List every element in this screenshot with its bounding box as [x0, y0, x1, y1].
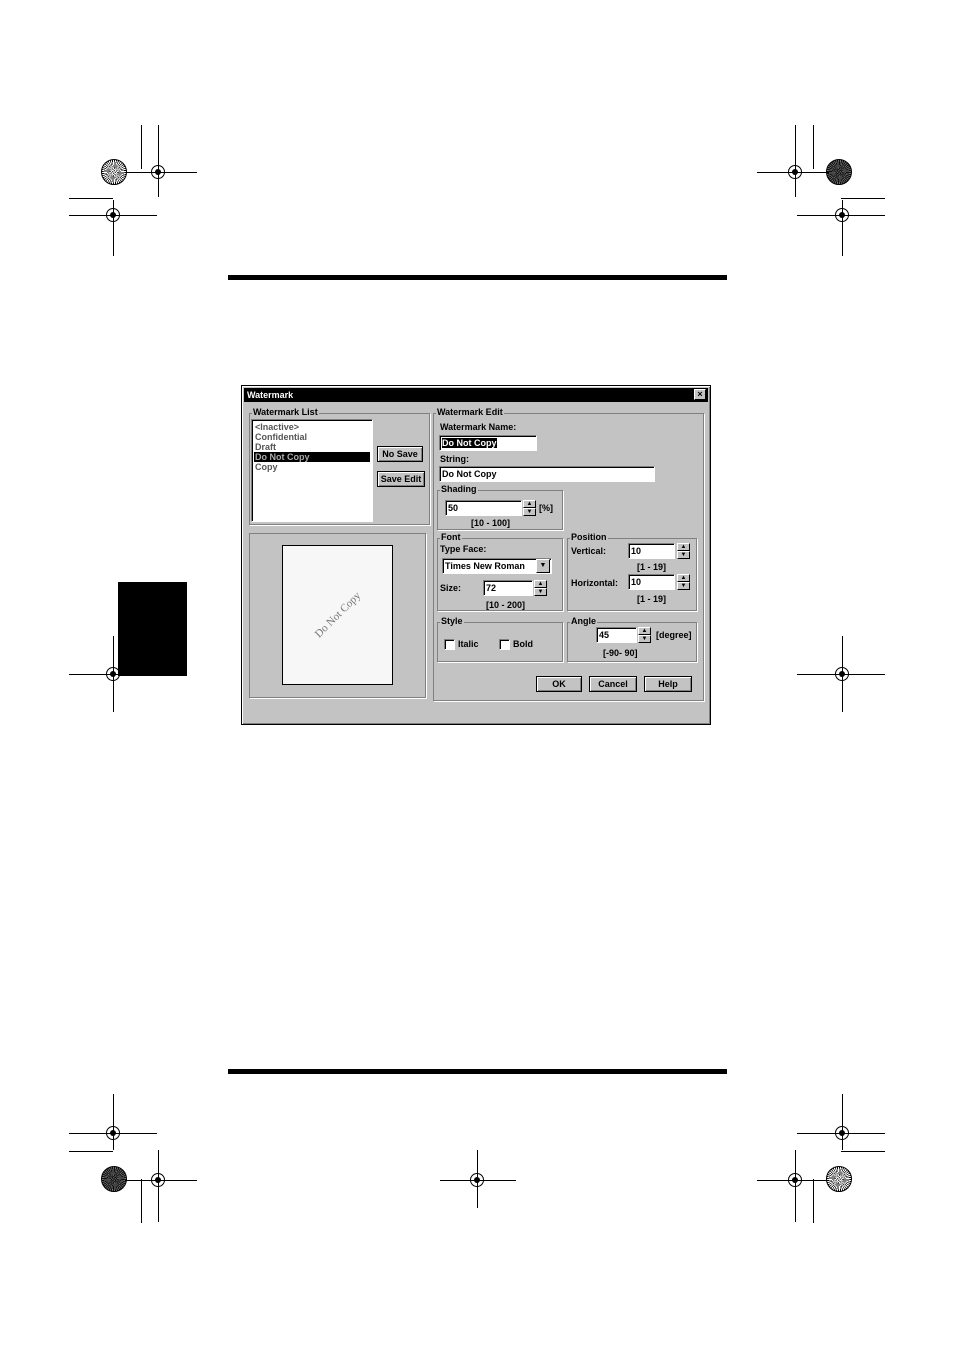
spin-down-icon[interactable]: ▼ [534, 588, 547, 596]
horizontal-label: Horizontal: [571, 578, 618, 588]
spin-down-icon[interactable]: ▼ [523, 508, 536, 516]
vertical-label: Vertical: [571, 546, 607, 556]
preview-watermark-text: Do Not Copy [312, 589, 363, 641]
group-label: Watermark List [252, 407, 319, 418]
vertical-input[interactable]: 10 [628, 543, 675, 559]
group-label: Angle [570, 616, 598, 627]
group-label: Shading [440, 484, 478, 495]
watermark-name-label: Watermark Name: [440, 422, 517, 432]
shading-unit: [%] [539, 503, 553, 513]
ok-button[interactable]: OK [536, 676, 582, 692]
shading-range: [10 - 100] [471, 518, 511, 528]
cancel-button[interactable]: Cancel [589, 676, 637, 692]
list-item[interactable]: <Inactive> [254, 422, 370, 432]
vertical-range: [1 - 19] [637, 562, 667, 572]
bold-checkbox[interactable] [499, 639, 510, 650]
bold-label: Bold [513, 639, 533, 649]
vertical-spinner[interactable]: ▲ ▼ [677, 543, 690, 559]
italic-label: Italic [458, 639, 479, 649]
string-label: String: [440, 454, 469, 464]
shading-spinner[interactable]: ▲ ▼ [523, 500, 536, 516]
color-wheel-icon [101, 1166, 127, 1192]
chapter-side-tab [118, 582, 187, 676]
spin-down-icon[interactable]: ▼ [677, 582, 690, 590]
color-wheel-icon [826, 159, 852, 185]
horizontal-range: [1 - 19] [637, 594, 667, 604]
top-rule [228, 275, 727, 280]
color-wheel-icon [826, 1166, 852, 1192]
color-wheel-icon [101, 159, 127, 185]
dialog-title: Watermark [247, 390, 294, 400]
save-edit-button[interactable]: Save Edit [377, 471, 425, 487]
italic-checkbox[interactable] [444, 639, 455, 650]
list-item[interactable]: Draft [254, 442, 370, 452]
spin-down-icon[interactable]: ▼ [677, 551, 690, 559]
no-save-button[interactable]: No Save [377, 446, 423, 462]
dialog-titlebar: Watermark × [244, 388, 708, 402]
angle-spinner[interactable]: ▲ ▼ [638, 627, 651, 643]
size-spinner[interactable]: ▲ ▼ [534, 580, 547, 596]
size-label: Size: [440, 583, 462, 593]
angle-input[interactable]: 45 [596, 627, 637, 643]
group-label: Style [440, 616, 464, 627]
group-label: Position [570, 532, 608, 543]
spin-up-icon[interactable]: ▲ [534, 580, 547, 588]
help-button[interactable]: Help [644, 676, 692, 692]
spin-up-icon[interactable]: ▲ [523, 500, 536, 508]
watermark-dialog: Watermark × Watermark List <Inactive> Co… [241, 385, 711, 725]
group-label: Watermark Edit [436, 407, 504, 418]
type-face-label: Type Face: [440, 544, 487, 554]
size-range: [10 - 200] [486, 600, 526, 610]
horizontal-input[interactable]: 10 [628, 574, 675, 590]
angle-range: [-90- 90] [603, 648, 638, 658]
string-input[interactable]: Do Not Copy [439, 466, 655, 482]
bottom-rule [228, 1069, 727, 1074]
horizontal-spinner[interactable]: ▲ ▼ [677, 574, 690, 590]
spin-up-icon[interactable]: ▲ [677, 543, 690, 551]
list-item[interactable]: Copy [254, 462, 370, 472]
list-item-selected[interactable]: Do Not Copy [254, 452, 370, 462]
shading-input[interactable]: 50 [445, 500, 522, 516]
watermark-listbox[interactable]: <Inactive> Confidential Draft Do Not Cop… [251, 419, 373, 522]
spin-up-icon[interactable]: ▲ [677, 574, 690, 582]
chevron-down-icon[interactable]: ▼ [536, 559, 550, 573]
group-label: Font [440, 532, 462, 543]
spin-up-icon[interactable]: ▲ [638, 627, 651, 635]
spin-down-icon[interactable]: ▼ [638, 635, 651, 643]
watermark-name-input[interactable]: Do Not Copy [439, 435, 537, 451]
angle-unit: [degree] [656, 630, 692, 640]
close-button[interactable]: × [694, 389, 706, 400]
size-input[interactable]: 72 [483, 580, 533, 596]
type-face-select[interactable]: Times New Roman ▼ [442, 558, 552, 574]
watermark-preview-page: Do Not Copy [282, 545, 393, 685]
list-item[interactable]: Confidential [254, 432, 370, 442]
